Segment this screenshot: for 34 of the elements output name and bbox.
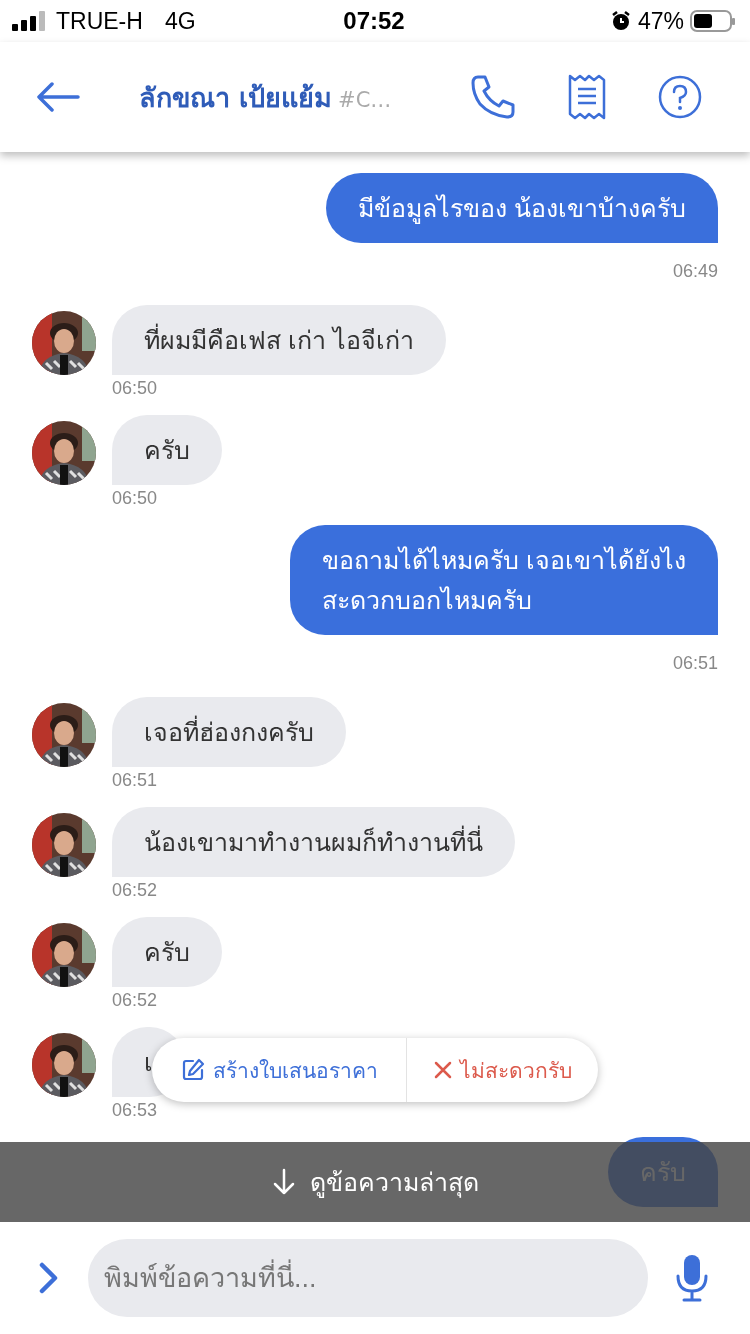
close-icon — [433, 1061, 452, 1079]
contact-code: #C… — [338, 87, 392, 112]
message-time: 06:52 — [112, 989, 158, 1012]
help-icon[interactable] — [658, 75, 702, 119]
message-time: 06:51 — [112, 769, 158, 792]
edit-icon — [180, 1058, 205, 1082]
message-input-field[interactable]: พิมพ์ข้อความที่นี่... — [88, 1239, 648, 1317]
expand-chevron-icon[interactable] — [38, 1261, 60, 1295]
sent-message-bubble: มีข้อมูลไรของ น้องเขาบ้างครับ — [326, 173, 718, 243]
carrier-name: TRUE-H — [56, 7, 143, 35]
message-time: 06:50 — [112, 377, 158, 400]
received-message-bubble: เจอที่ฮ่องกงครับ — [112, 697, 346, 767]
received-message-bubble: ครับ — [112, 917, 222, 987]
receipt-icon[interactable] — [568, 74, 606, 120]
message-time: 06:49 — [672, 260, 718, 283]
received-message-bubble: ครับ — [112, 415, 222, 485]
message-time: 06:53 — [112, 1099, 158, 1122]
back-arrow-icon[interactable] — [36, 82, 80, 112]
battery-icon — [690, 9, 736, 33]
message-time: 06:51 — [672, 652, 718, 675]
signal-icon — [12, 11, 48, 31]
received-message-bubble: ที่ผมมีคือเฟส เก่า ไอจีเก่า — [112, 305, 446, 375]
contact-name: ลักขณา เป้ยแย้ม — [138, 80, 333, 115]
network-type: 4G — [164, 7, 196, 35]
battery-percent: 47% — [637, 7, 684, 35]
message-time: 06:50 — [112, 487, 158, 510]
message-time: 06:52 — [112, 879, 158, 902]
microphone-icon[interactable] — [676, 1254, 708, 1302]
received-message-bubble: น้องเขามาทำงานผมก็ทำงานที่นี่ — [112, 807, 515, 877]
decline-button[interactable]: ไม่สะดวกรับ — [407, 1038, 598, 1102]
down-arrow-icon — [271, 1168, 296, 1196]
sent-message-bubble: ขอถามได้ไหมครับ เจอเขาได้ยังไง สะดวกบอกไหมครับ — [290, 525, 718, 635]
clock-time: 07:52 — [343, 7, 405, 35]
phone-icon[interactable] — [470, 74, 516, 120]
